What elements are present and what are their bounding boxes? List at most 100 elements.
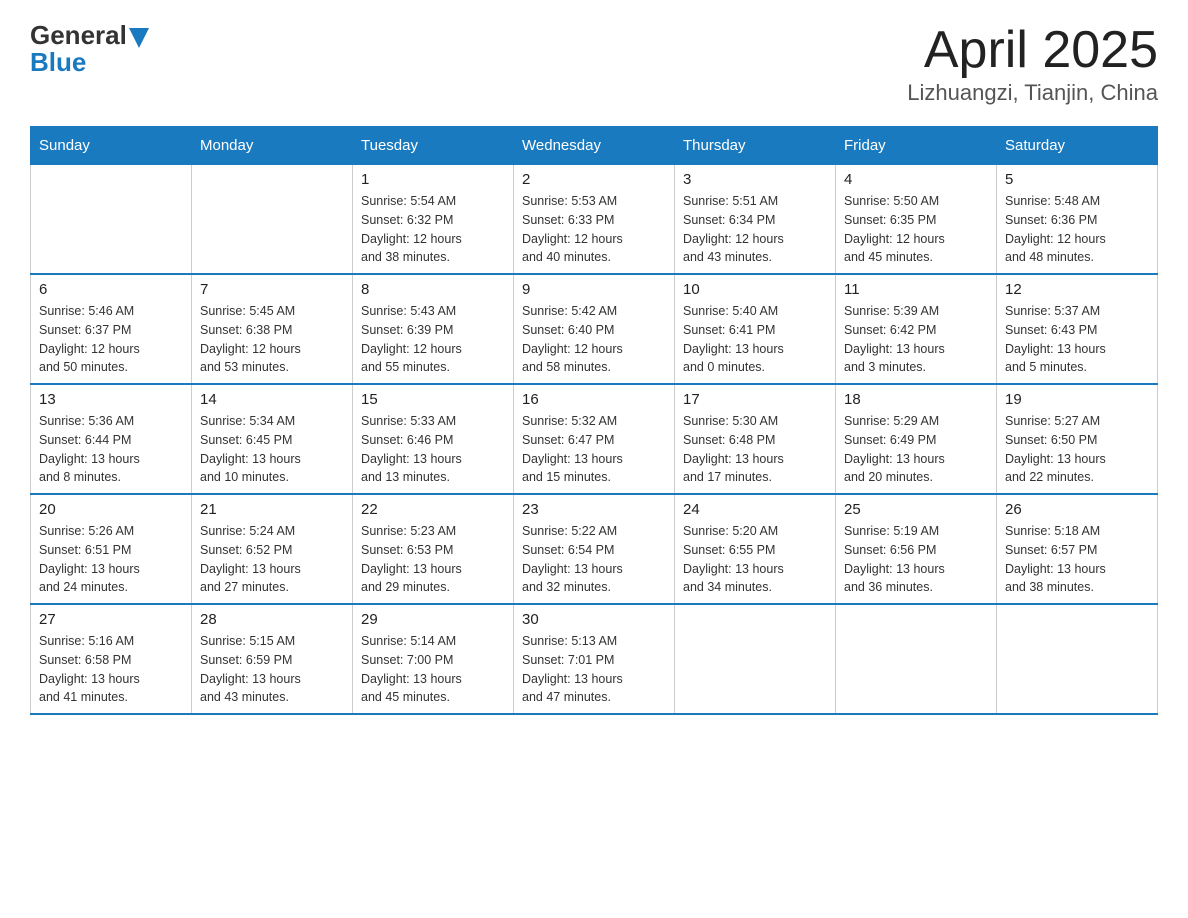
logo-blue: Blue [30,47,86,78]
day-number: 23 [522,501,666,518]
day-info: Sunrise: 5:51 AM Sunset: 6:34 PM Dayligh… [683,192,827,267]
logo-triangle-icon [129,26,149,48]
day-info: Sunrise: 5:29 AM Sunset: 6:49 PM Dayligh… [844,412,988,487]
day-info: Sunrise: 5:13 AM Sunset: 7:01 PM Dayligh… [522,632,666,707]
day-info: Sunrise: 5:19 AM Sunset: 6:56 PM Dayligh… [844,522,988,597]
day-number: 21 [200,501,344,518]
calendar-cell: 27 Sunrise: 5:16 AM Sunset: 6:58 PM Dayli… [31,604,192,714]
day-info: Sunrise: 5:24 AM Sunset: 6:52 PM Dayligh… [200,522,344,597]
calendar-cell [997,604,1158,714]
day-number: 12 [1005,281,1149,298]
day-info: Sunrise: 5:39 AM Sunset: 6:42 PM Dayligh… [844,302,988,377]
calendar-cell: 13Sunrise: 5:36 AM Sunset: 6:44 PM Dayli… [31,384,192,494]
day-number: 29 [361,611,505,628]
day-info: Sunrise: 5:40 AM Sunset: 6:41 PM Dayligh… [683,302,827,377]
calendar-cell: 1 Sunrise: 5:54 AM Sunset: 6:32 PM Daylig… [353,165,514,275]
calendar-cell: 19 Sunrise: 5:27 AM Sunset: 6:50 PM Dayli… [997,384,1158,494]
day-info: Sunrise: 5:20 AM Sunset: 6:55 PM Dayligh… [683,522,827,597]
calendar-cell: 8 Sunrise: 5:43 AM Sunset: 6:39 PM Daylig… [353,274,514,384]
day-header-thursday: Thursday [675,127,836,165]
day-number: 11 [844,281,988,298]
day-number: 4 [844,171,988,188]
calendar-cell: 18 Sunrise: 5:29 AM Sunset: 6:49 PM Dayli… [836,384,997,494]
day-info: Sunrise: 5:33 AM Sunset: 6:46 PM Dayligh… [361,412,505,487]
day-number: 8 [361,281,505,298]
day-info: Sunrise: 5:30 AM Sunset: 6:48 PM Dayligh… [683,412,827,487]
day-number: 25 [844,501,988,518]
calendar-cell: 20 Sunrise: 5:26 AM Sunset: 6:51 PM Dayli… [31,494,192,604]
day-number: 27 [39,611,183,628]
logo: General Blue [30,20,149,78]
calendar-cell: 10Sunrise: 5:40 AM Sunset: 6:41 PM Dayli… [675,274,836,384]
calendar-cell: 24 Sunrise: 5:20 AM Sunset: 6:55 PM Dayli… [675,494,836,604]
calendar-title-block: April 2025 Lizhuangzi, Tianjin, China [907,20,1158,106]
day-info: Sunrise: 5:16 AM Sunset: 6:58 PM Dayligh… [39,632,183,707]
day-number: 24 [683,501,827,518]
calendar-cell: 7Sunrise: 5:45 AM Sunset: 6:38 PM Daylig… [192,274,353,384]
day-number: 28 [200,611,344,628]
day-number: 1 [361,171,505,188]
day-number: 19 [1005,391,1149,408]
calendar-title: April 2025 [907,20,1158,80]
day-number: 22 [361,501,505,518]
day-number: 9 [522,281,666,298]
day-header-sunday: Sunday [31,127,192,165]
day-info: Sunrise: 5:48 AM Sunset: 6:36 PM Dayligh… [1005,192,1149,267]
calendar-cell: 2 Sunrise: 5:53 AM Sunset: 6:33 PM Daylig… [514,165,675,275]
calendar-cell: 5 Sunrise: 5:48 AM Sunset: 6:36 PM Daylig… [997,165,1158,275]
calendar-cell: 14Sunrise: 5:34 AM Sunset: 6:45 PM Dayli… [192,384,353,494]
day-number: 6 [39,281,183,298]
calendar-body: 1 Sunrise: 5:54 AM Sunset: 6:32 PM Daylig… [31,165,1158,715]
day-header-friday: Friday [836,127,997,165]
calendar-cell: 28 Sunrise: 5:15 AM Sunset: 6:59 PM Dayli… [192,604,353,714]
week-row-2: 6Sunrise: 5:46 AM Sunset: 6:37 PM Daylig… [31,274,1158,384]
day-info: Sunrise: 5:53 AM Sunset: 6:33 PM Dayligh… [522,192,666,267]
days-of-week-row: SundayMondayTuesdayWednesdayThursdayFrid… [31,127,1158,165]
calendar-cell: 17Sunrise: 5:30 AM Sunset: 6:48 PM Dayli… [675,384,836,494]
calendar-cell: 21 Sunrise: 5:24 AM Sunset: 6:52 PM Dayli… [192,494,353,604]
day-number: 18 [844,391,988,408]
week-row-5: 27 Sunrise: 5:16 AM Sunset: 6:58 PM Dayli… [31,604,1158,714]
calendar-table: SundayMondayTuesdayWednesdayThursdayFrid… [30,126,1158,715]
day-info: Sunrise: 5:34 AM Sunset: 6:45 PM Dayligh… [200,412,344,487]
day-number: 5 [1005,171,1149,188]
calendar-cell: 22 Sunrise: 5:23 AM Sunset: 6:53 PM Dayli… [353,494,514,604]
day-number: 16 [522,391,666,408]
day-info: Sunrise: 5:32 AM Sunset: 6:47 PM Dayligh… [522,412,666,487]
day-number: 3 [683,171,827,188]
day-header-monday: Monday [192,127,353,165]
day-info: Sunrise: 5:50 AM Sunset: 6:35 PM Dayligh… [844,192,988,267]
day-info: Sunrise: 5:14 AM Sunset: 7:00 PM Dayligh… [361,632,505,707]
calendar-cell: 23 Sunrise: 5:22 AM Sunset: 6:54 PM Dayli… [514,494,675,604]
day-header-wednesday: Wednesday [514,127,675,165]
calendar-cell [675,604,836,714]
day-info: Sunrise: 5:18 AM Sunset: 6:57 PM Dayligh… [1005,522,1149,597]
calendar-cell: 3 Sunrise: 5:51 AM Sunset: 6:34 PM Daylig… [675,165,836,275]
day-number: 26 [1005,501,1149,518]
calendar-cell: 15Sunrise: 5:33 AM Sunset: 6:46 PM Dayli… [353,384,514,494]
calendar-cell: 29 Sunrise: 5:14 AM Sunset: 7:00 PM Dayli… [353,604,514,714]
day-header-tuesday: Tuesday [353,127,514,165]
day-info: Sunrise: 5:22 AM Sunset: 6:54 PM Dayligh… [522,522,666,597]
calendar-cell: 11 Sunrise: 5:39 AM Sunset: 6:42 PM Dayli… [836,274,997,384]
week-row-3: 13Sunrise: 5:36 AM Sunset: 6:44 PM Dayli… [31,384,1158,494]
week-row-4: 20 Sunrise: 5:26 AM Sunset: 6:51 PM Dayli… [31,494,1158,604]
day-info: Sunrise: 5:15 AM Sunset: 6:59 PM Dayligh… [200,632,344,707]
day-info: Sunrise: 5:23 AM Sunset: 6:53 PM Dayligh… [361,522,505,597]
day-number: 2 [522,171,666,188]
calendar-cell: 25 Sunrise: 5:19 AM Sunset: 6:56 PM Dayli… [836,494,997,604]
page-header: General Blue April 2025 Lizhuangzi, Tian… [30,20,1158,106]
calendar-cell: 16 Sunrise: 5:32 AM Sunset: 6:47 PM Dayli… [514,384,675,494]
day-info: Sunrise: 5:26 AM Sunset: 6:51 PM Dayligh… [39,522,183,597]
day-number: 20 [39,501,183,518]
calendar-cell: 4 Sunrise: 5:50 AM Sunset: 6:35 PM Daylig… [836,165,997,275]
day-info: Sunrise: 5:27 AM Sunset: 6:50 PM Dayligh… [1005,412,1149,487]
calendar-cell: 12Sunrise: 5:37 AM Sunset: 6:43 PM Dayli… [997,274,1158,384]
calendar-cell [31,165,192,275]
day-info: Sunrise: 5:43 AM Sunset: 6:39 PM Dayligh… [361,302,505,377]
calendar-cell [192,165,353,275]
day-number: 30 [522,611,666,628]
calendar-cell: 6Sunrise: 5:46 AM Sunset: 6:37 PM Daylig… [31,274,192,384]
week-row-1: 1 Sunrise: 5:54 AM Sunset: 6:32 PM Daylig… [31,165,1158,275]
day-info: Sunrise: 5:54 AM Sunset: 6:32 PM Dayligh… [361,192,505,267]
